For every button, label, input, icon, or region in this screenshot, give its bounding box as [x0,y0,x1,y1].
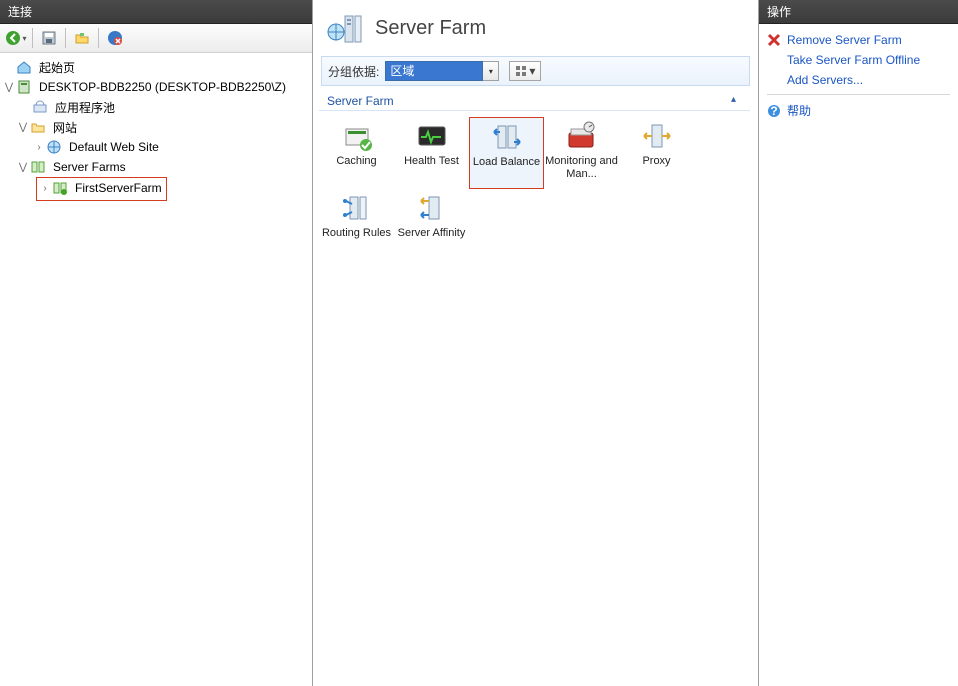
server-farm-title-icon [327,10,363,46]
toolbar-separator [65,28,66,48]
server-affinity-icon [415,191,449,225]
feature-caching[interactable]: Caching [319,117,394,189]
connections-header: 连接 [0,0,312,24]
expand-toggle[interactable]: › [38,183,52,194]
tree-sites[interactable]: ⋁ 网站 [2,117,312,137]
svg-text:?: ? [770,104,777,118]
tree-label: 网站 [50,118,80,137]
tree-server-farms[interactable]: ⋁ Server Farms [2,157,312,177]
globe-icon [46,139,62,155]
group-header[interactable]: Server Farm ▴ [319,88,750,111]
action-label: 帮助 [787,102,811,119]
remove-connection-button[interactable] [103,27,127,49]
back-button[interactable]: ▾ [4,27,28,49]
feature-load-balance[interactable]: Load Balance [469,117,544,189]
group-by-combo[interactable]: 区域 ▾ [385,61,499,81]
app-pool-icon [32,99,48,115]
feature-label: Proxy [642,155,670,168]
action-help[interactable]: ? 帮助 [767,99,950,122]
feature-grid: Caching Health Test Load Balance Monitor… [319,111,758,261]
server-farm-item-icon [52,180,68,196]
load-balance-icon [490,120,524,154]
server-icon [16,79,32,95]
proxy-icon [640,119,674,153]
feature-label: Health Test [404,155,459,168]
actions-header: 操作 [759,0,958,24]
feature-label: Load Balance [473,156,540,169]
collapse-icon[interactable]: ▴ [731,94,736,108]
group-by-dropdown-button[interactable]: ▾ [483,61,499,81]
tree-server-node[interactable]: ⋁ DESKTOP-BDB2250 (DESKTOP-BDB2250\Z) [2,77,312,97]
tree-selected-highlight: › FirstServerFarm [36,177,167,201]
tree-app-pools[interactable]: 应用程序池 [2,97,312,117]
connections-tree[interactable]: 起始页 ⋁ DESKTOP-BDB2250 (DESKTOP-BDB2250\Z… [0,53,312,205]
server-farm-icon [30,159,46,175]
monitoring-icon [565,119,599,153]
actions-panel: 操作 Remove Server Farm Take Server Farm O… [759,0,958,686]
feature-routing-rules[interactable]: Routing Rules [319,189,394,261]
group-header-label: Server Farm [327,94,394,108]
content-panel: Server Farm 分组依据: 区域 ▾ ▾ Server Farm ▴ C… [313,0,759,686]
tree-label: FirstServerFarm [72,180,165,196]
tree-first-server-farm[interactable]: › FirstServerFarm [38,178,165,198]
connections-panel: 连接 ▾ 起始页 ⋁ DESKTOP-BDB2250 (DESKTOP-BDB2… [0,0,313,686]
feature-label: Caching [336,155,376,168]
expand-toggle[interactable]: › [32,142,46,153]
expand-toggle[interactable]: ⋁ [16,162,30,173]
delete-icon [767,33,781,47]
caching-icon [340,119,374,153]
health-test-icon [415,119,449,153]
action-label: Remove Server Farm [787,33,902,47]
feature-label: Monitoring and Man... [544,155,619,181]
save-button[interactable] [37,27,61,49]
feature-health-test[interactable]: Health Test [394,117,469,189]
page-title: Server Farm [375,17,486,40]
tree-label: Default Web Site [66,139,162,155]
help-icon: ? [767,104,781,118]
feature-label: Server Affinity [398,227,466,240]
action-label: Add Servers... [787,73,863,87]
action-add-servers[interactable]: Add Servers... [767,70,950,90]
expand-toggle[interactable]: ⋁ [2,82,16,93]
feature-label: Routing Rules [322,227,391,240]
open-folder-button[interactable] [70,27,94,49]
tree-label: Server Farms [50,159,129,175]
tree-label: 起始页 [36,58,78,77]
view-change-button[interactable]: ▾ [509,61,541,81]
actions-separator [767,94,950,95]
home-icon [16,59,32,75]
connections-toolbar: ▾ [0,24,312,53]
expand-toggle[interactable]: ⋁ [16,122,30,133]
group-by-label: 分组依据: [328,63,379,80]
action-take-offline[interactable]: Take Server Farm Offline [767,50,950,70]
folder-icon [30,119,46,135]
tree-start-page[interactable]: 起始页 [2,57,312,77]
tree-label: DESKTOP-BDB2250 (DESKTOP-BDB2250\Z) [36,79,289,95]
feature-monitoring[interactable]: Monitoring and Man... [544,117,619,189]
tree-default-site[interactable]: › Default Web Site [2,137,312,157]
feature-proxy[interactable]: Proxy [619,117,694,189]
feature-server-affinity[interactable]: Server Affinity [394,189,469,261]
group-by-value[interactable]: 区域 [385,61,483,81]
actions-list: Remove Server Farm Take Server Farm Offl… [759,24,958,128]
content-title-bar: Server Farm [319,0,758,54]
group-by-bar: 分组依据: 区域 ▾ ▾ [321,56,750,86]
toolbar-separator [98,28,99,48]
action-label: Take Server Farm Offline [787,53,920,67]
tree-label: 应用程序池 [52,98,118,117]
routing-rules-icon [340,191,374,225]
toolbar-separator [32,28,33,48]
action-remove-server-farm[interactable]: Remove Server Farm [767,30,950,50]
